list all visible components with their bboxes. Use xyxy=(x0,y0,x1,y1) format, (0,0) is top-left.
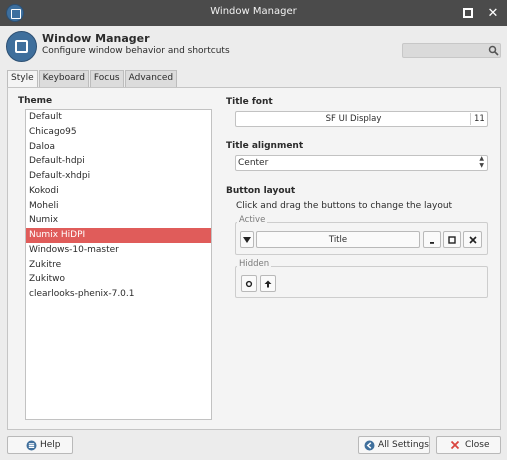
search-icon[interactable] xyxy=(488,45,499,56)
tab-keyboard[interactable]: Keyboard xyxy=(38,70,89,87)
list-item[interactable]: Default-hdpi xyxy=(26,154,211,169)
tab-focus[interactable]: Focus xyxy=(89,70,124,87)
hidden-frame-label: Hidden xyxy=(237,259,272,269)
font-size: 11 xyxy=(474,114,485,124)
theme-label: Theme xyxy=(18,96,53,106)
title-alignment-value: Center xyxy=(238,158,269,168)
close-label: Close xyxy=(465,440,490,450)
list-item[interactable]: Kokodi xyxy=(26,184,211,199)
close-red-icon xyxy=(450,440,460,450)
list-item[interactable]: Default-xhdpi xyxy=(26,169,211,184)
shade-icon xyxy=(264,280,272,287)
stick-icon xyxy=(245,280,253,287)
window-title: Window Manager xyxy=(210,6,297,17)
list-item[interactable]: Chicago95 xyxy=(26,125,211,140)
search-box[interactable] xyxy=(402,43,501,58)
title-alignment-select[interactable]: Center ▲ ▼ xyxy=(235,155,488,171)
help-button[interactable]: Help xyxy=(7,436,73,454)
list-item[interactable]: Moheli xyxy=(26,199,211,214)
list-item[interactable]: Daloa xyxy=(26,140,211,155)
close-button-slot[interactable] xyxy=(463,231,482,248)
close-button[interactable]: Close xyxy=(436,436,501,454)
list-item[interactable]: Windows-10-master xyxy=(26,243,211,258)
title-font-label: Title font xyxy=(226,97,273,107)
list-item[interactable]: Numix xyxy=(26,213,211,228)
minimize-icon xyxy=(430,241,434,244)
shade-button-slot[interactable] xyxy=(260,275,276,292)
title-alignment-label: Title alignment xyxy=(226,141,304,151)
header-subtitle: Configure window behavior and shortcuts xyxy=(42,46,230,56)
theme-list[interactable]: Default Chicago95 Daloa Default-hdpi Def… xyxy=(25,109,212,420)
window-titlebar[interactable]: Window Manager ✕ xyxy=(0,0,507,26)
maximize-button[interactable] xyxy=(458,3,478,23)
help-icon xyxy=(26,440,37,450)
window-manager-logo-icon xyxy=(6,31,37,62)
button-layout-hint: Click and drag the buttons to change the… xyxy=(236,201,453,211)
search-input[interactable] xyxy=(407,45,483,56)
dialog-header: Window Manager Configure window behavior… xyxy=(0,26,507,66)
close-window-button[interactable]: ✕ xyxy=(483,3,503,23)
list-item[interactable]: clearlooks-phenix-7.0.1 xyxy=(26,287,211,302)
active-frame-label: Active xyxy=(237,215,268,225)
header-title: Window Manager xyxy=(42,32,150,45)
button-layout-label: Button layout xyxy=(226,186,296,196)
back-arrow-icon xyxy=(364,440,375,450)
close-icon xyxy=(468,235,477,244)
tab-advanced[interactable]: Advanced xyxy=(124,70,178,87)
tab-style[interactable]: Style xyxy=(7,70,38,88)
list-item[interactable]: Default xyxy=(26,110,211,125)
font-name: SF UI Display xyxy=(325,114,382,124)
menu-button-slot[interactable] xyxy=(240,231,254,248)
list-item-selected[interactable]: Numix HiDPI xyxy=(26,228,211,243)
all-settings-label: All Settings xyxy=(378,440,429,450)
style-tab-panel: Theme Default Chicago95 Daloa Default-hd… xyxy=(7,87,501,430)
list-item[interactable]: Zukitwo xyxy=(26,272,211,287)
title-font-button[interactable]: SF UI Display 11 xyxy=(235,111,488,127)
maximize-icon xyxy=(448,235,456,244)
list-item[interactable]: Zukitre xyxy=(26,258,211,273)
tab-bar: Style Keyboard Focus Advanced xyxy=(7,70,178,88)
maximize-button-slot[interactable] xyxy=(443,231,461,248)
font-separator xyxy=(470,113,471,125)
all-settings-button[interactable]: All Settings xyxy=(358,436,430,454)
help-label: Help xyxy=(40,440,61,450)
menu-arrow-icon xyxy=(243,236,251,243)
stick-button-slot[interactable] xyxy=(241,275,257,292)
title-slot[interactable]: Title xyxy=(256,231,420,248)
combo-arrows-icon: ▲ ▼ xyxy=(479,155,484,169)
close-icon: ✕ xyxy=(487,5,499,21)
maximize-icon xyxy=(463,8,473,18)
minimize-button-slot[interactable] xyxy=(423,231,441,248)
